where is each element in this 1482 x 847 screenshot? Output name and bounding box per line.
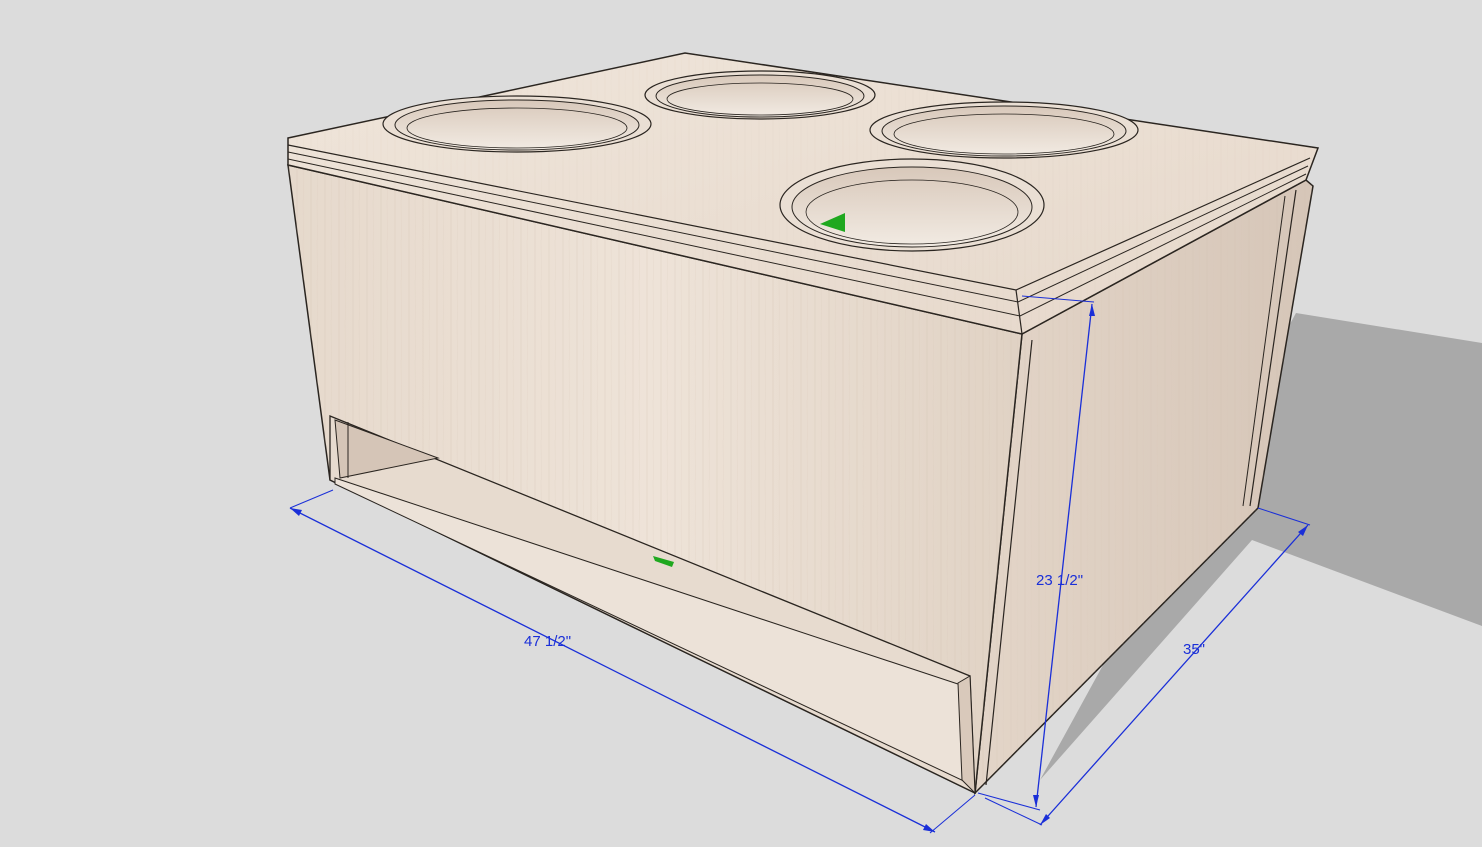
circular-cutout-icon[interactable] xyxy=(779,158,1045,252)
height-label: 23 1/2" xyxy=(1036,572,1083,589)
circular-cutout-icon[interactable] xyxy=(382,95,652,153)
circular-cutout-icon[interactable] xyxy=(869,101,1139,159)
width-label: 47 1/2" xyxy=(524,633,571,650)
circular-cutout-icon[interactable] xyxy=(644,70,876,120)
depth-label: 35" xyxy=(1183,641,1205,658)
sketch-viewport[interactable]: 47 1/2" 23 1/2" 35" xyxy=(0,0,1482,847)
model-canvas[interactable]: 47 1/2" 23 1/2" 35" xyxy=(0,0,1482,847)
